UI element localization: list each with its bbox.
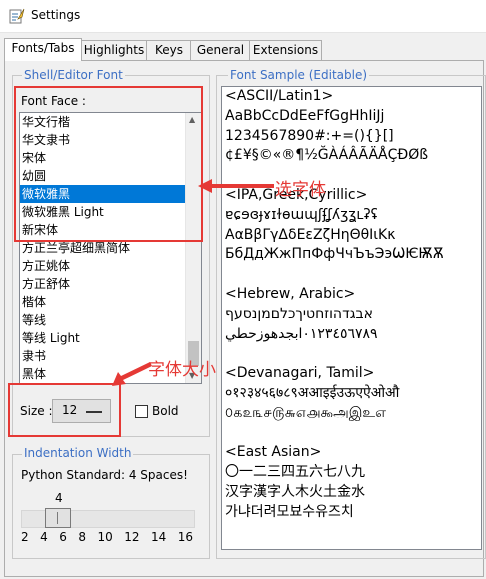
sample-line: ¢£¥§©«®¶½ĞÀÁÂÃÄÅÇÐØß xyxy=(225,147,429,164)
font-size-highlight-box xyxy=(8,383,121,437)
tick-label: 6 xyxy=(59,530,67,544)
sample-line xyxy=(222,265,481,285)
list-item[interactable]: 方正姚体 xyxy=(20,257,201,275)
sample-line: ɐɕɘɞɟɤɪɫɵɯɰʃʄʆʎʒʓʟʡʢ xyxy=(225,206,378,223)
font-sample-label: Font Sample (Editable) xyxy=(228,68,370,82)
python-feather-icon xyxy=(9,8,25,24)
tick-label: 8 xyxy=(78,530,86,544)
sample-line xyxy=(222,344,481,364)
tab-fonts-tabs[interactable]: Fonts/Tabs xyxy=(4,38,82,61)
sample-line: <Hebrew, Arabic> xyxy=(225,285,356,302)
sample-line: <Devanagari, Tamil> xyxy=(225,365,375,382)
indentation-value-label: 4 xyxy=(55,491,63,505)
sample-line: אבגדהוזחטיךכלםמןנסעף xyxy=(225,305,373,322)
tick-label: 4 xyxy=(40,530,48,544)
tab-highlights[interactable]: Highlights xyxy=(80,40,148,60)
font-face-highlight-box xyxy=(14,86,203,242)
tick-label: 14 xyxy=(150,530,167,544)
sample-line: AaBbCcDdEeFfGgHhIiJj xyxy=(225,107,385,124)
sample-line: 汉字漢字人木火土金水 xyxy=(225,483,365,500)
sample-line: <East Asian> xyxy=(225,444,322,461)
sample-line: ΑαΒβΓγΔδΕεΖζΗηΘθΙιΚκ xyxy=(225,226,396,243)
font-size-annotation: 字体大小 xyxy=(148,360,216,380)
sample-line: ٠١٢٣٤٥٦٧٨٩ابجدهوزحطي xyxy=(225,325,378,342)
sample-line: 〇一二三四五六七八九 xyxy=(225,464,365,481)
list-item[interactable]: 方正舒体 xyxy=(20,275,201,293)
list-item[interactable]: 楷体 xyxy=(20,293,201,311)
list-item[interactable]: 等线 Light xyxy=(20,329,201,347)
slider-grip-icon xyxy=(57,512,58,524)
bold-label: Bold xyxy=(152,404,179,418)
indentation-slider-thumb[interactable] xyxy=(45,508,71,528)
sample-line: <ASCII/Latin1> xyxy=(225,88,334,104)
sample-line: 가냐더려모뵤수유즈치 xyxy=(225,503,354,520)
sample-line: ०१२३४५६७८९अआइईउऊएऐओऔ xyxy=(225,384,400,401)
select-font-annotation: 选字体 xyxy=(275,180,326,200)
shell-font-group-label: Shell/Editor Font xyxy=(22,68,125,82)
window-title: Settings xyxy=(31,8,81,22)
indentation-tick-labels: 2 4 6 8 10 12 14 16 xyxy=(21,530,193,544)
indentation-group-label: Indentation Width xyxy=(22,446,134,460)
list-item[interactable]: 等线 xyxy=(20,311,201,329)
tab-keys[interactable]: Keys xyxy=(146,40,192,60)
sample-line: ௦௧௨௩௪௫௬௭௮௯அஇஉஎ xyxy=(225,404,386,421)
tick-label: 16 xyxy=(177,530,193,544)
tab-extensions[interactable]: Extensions xyxy=(249,40,322,60)
tick-label: 12 xyxy=(124,530,140,544)
tab-general[interactable]: General xyxy=(190,40,251,60)
sample-line xyxy=(222,424,481,444)
indentation-standard-text: Python Standard: 4 Spaces! xyxy=(21,468,188,482)
tick-label: 10 xyxy=(97,530,113,544)
font-sample-text[interactable]: <ASCII/Latin1> AaBbCcDdEeFfGgHhIiJj 1234… xyxy=(221,86,482,550)
tick-label: 2 xyxy=(21,530,29,544)
bold-checkbox[interactable] xyxy=(135,405,148,418)
select-font-arrow-icon xyxy=(198,179,274,193)
sample-line: 1234567890#:+=(){}[] xyxy=(225,127,394,144)
title-bar: Settings xyxy=(0,0,486,33)
sample-line: БбДдЖжПпФфЧчЪъЭэѠѤѬѪ xyxy=(225,246,444,263)
